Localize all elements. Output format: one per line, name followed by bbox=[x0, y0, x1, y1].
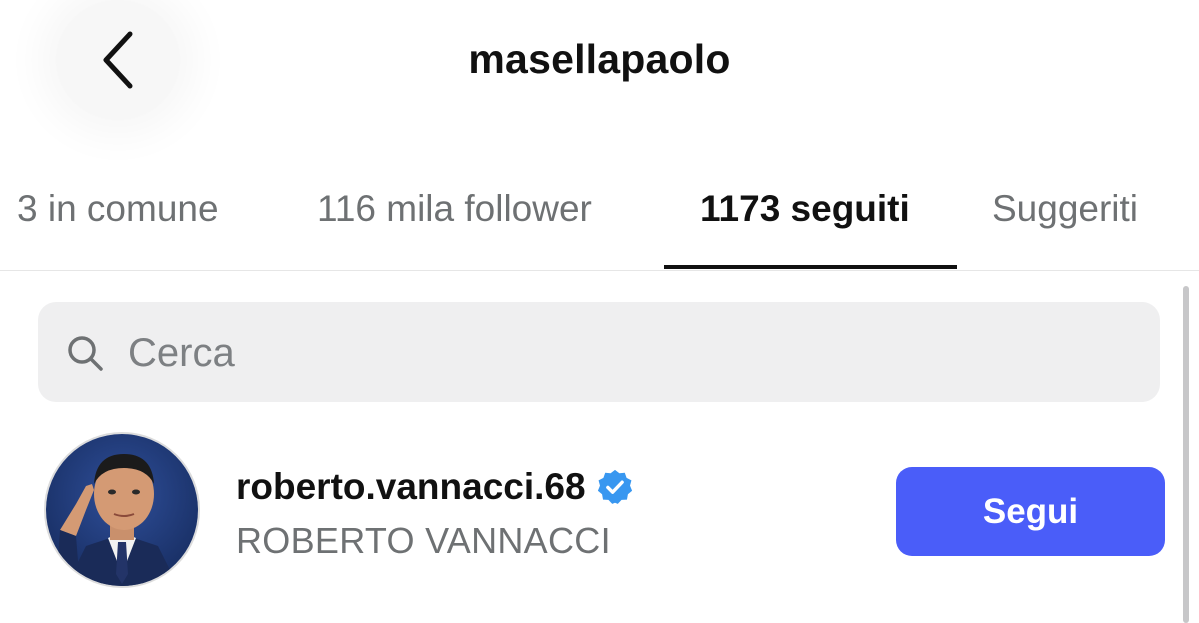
tab-suggested[interactable]: Suggeriti bbox=[992, 188, 1138, 230]
tab-in-common[interactable]: 3 in comune bbox=[17, 188, 219, 230]
tab-bar: 3 in comune 116 mila follower 1173 segui… bbox=[0, 176, 1199, 271]
scrollbar[interactable] bbox=[1183, 286, 1189, 623]
follow-button[interactable]: Segui bbox=[896, 467, 1165, 556]
full-name: ROBERTO VANNACCI bbox=[236, 520, 611, 561]
page-title: masellapaolo bbox=[468, 36, 731, 82]
following-screen: masellapaolo 3 in comune 116 mila follow… bbox=[0, 0, 1199, 623]
profile-photo bbox=[46, 434, 198, 586]
verified-badge-icon bbox=[597, 469, 632, 504]
search-icon bbox=[68, 336, 103, 371]
username-row: roberto.vannacci.68 bbox=[236, 466, 634, 508]
list-item[interactable]: roberto.vannacci.68 ROBERTO VANNACCI Seg… bbox=[0, 430, 1180, 600]
tab-followers[interactable]: 116 mila follower bbox=[317, 188, 592, 230]
avatar[interactable] bbox=[44, 432, 200, 588]
search-input[interactable] bbox=[128, 326, 1128, 380]
tab-following[interactable]: 1173 seguiti bbox=[700, 188, 910, 230]
search-bar[interactable] bbox=[38, 302, 1160, 402]
username[interactable]: roberto.vannacci.68 bbox=[236, 466, 586, 508]
active-tab-indicator bbox=[664, 265, 957, 269]
